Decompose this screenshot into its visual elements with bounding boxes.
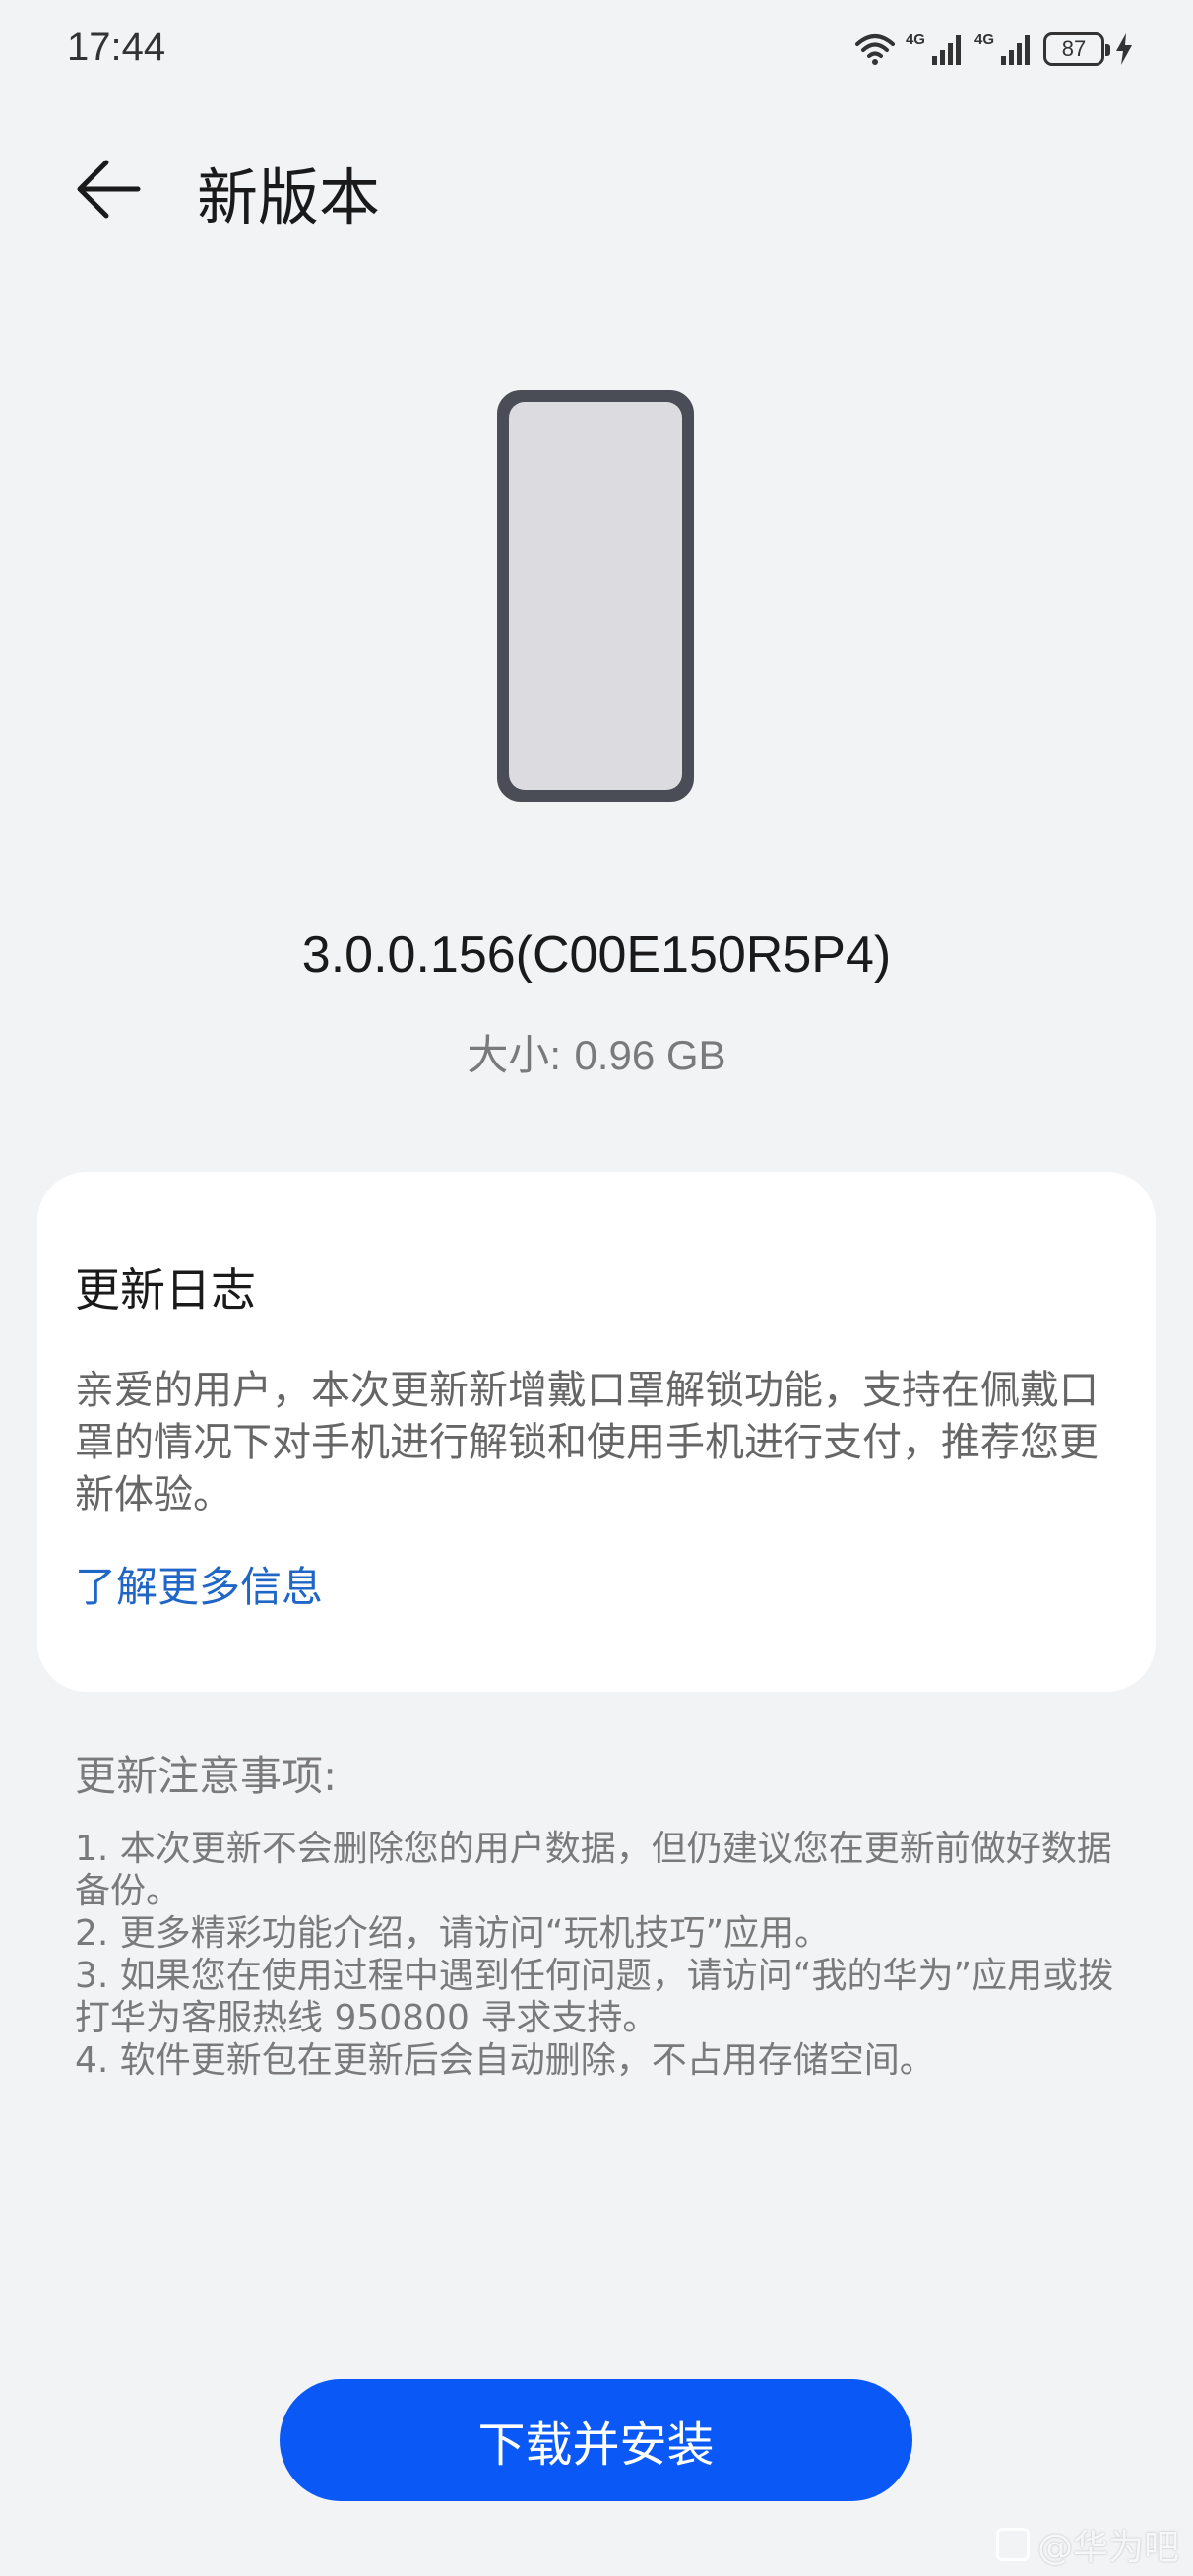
list-item: 3. 如果您在使用过程中遇到任何问题，请访问“我的华为”应用或拨打华为客服热线 … [75, 1956, 1114, 2038]
list-item: 1. 本次更新不会删除您的用户数据，但仍建议您在更新前做好数据备份。 [75, 1829, 1112, 1911]
size-value: 0.96 GB [574, 1032, 726, 1078]
changelog-title: 更新日志 [75, 1263, 256, 1317]
page-title: 新版本 [197, 161, 381, 233]
changelog-body: 亲爱的用户，本次更新新增戴口罩解锁功能，支持在佩戴口罩的情况下对手机进行解锁和使… [75, 1368, 1099, 1517]
package-size: 大小: 0.96 GB [0, 1022, 1193, 1082]
status-bar: 17:44 4G 4G 87 [0, 0, 1193, 98]
phone-illustration [497, 390, 694, 802]
battery-icon: 87 [1043, 32, 1110, 66]
watermark: @华为吧 [995, 2519, 1179, 2570]
header: 新版本 [0, 128, 1193, 246]
list-item: 4. 软件更新包在更新后会自动删除，不占用存储空间。 [75, 2040, 935, 2081]
status-icons: 4G 4G 87 [854, 28, 1134, 71]
watermark-text: @华为吧 [1036, 2528, 1179, 2568]
learn-more-link[interactable]: 了解更多信息 [75, 1554, 323, 1614]
status-time: 17:44 [67, 26, 166, 69]
notes-title: 更新注意事项: [75, 1752, 338, 1800]
watermark-logo-icon [995, 2528, 1030, 2561]
screen: 17:44 4G 4G 87 新版本 3.0.0.156(C00E150R5P4… [0, 0, 1193, 2576]
battery-level: 87 [1061, 36, 1087, 61]
signal-icon [1000, 32, 1034, 66]
wifi-icon [854, 32, 896, 66]
network-type-2: 4G [973, 31, 994, 48]
arrow-left-icon [77, 160, 141, 219]
changelog-card: 更新日志 亲爱的用户，本次更新新增戴口罩解锁功能，支持在佩戴口罩的情况下对手机进… [37, 1172, 1156, 1692]
back-button[interactable] [71, 150, 150, 228]
version-number: 3.0.0.156(C00E150R5P4) [301, 927, 892, 984]
notes-list: 1. 本次更新不会删除您的用户数据，但仍建议您在更新前做好数据备份。 2. 更多… [75, 1828, 1128, 2082]
phone-screen [509, 402, 682, 790]
list-item: 2. 更多精彩功能介绍，请访问“玩机技巧”应用。 [75, 1913, 831, 1954]
network-type-1: 4G [905, 31, 925, 48]
charging-icon [1114, 32, 1134, 66]
signal-icon [931, 32, 965, 66]
download-install-button[interactable]: 下载并安装 [280, 2379, 912, 2501]
size-label: 大小: [467, 1032, 562, 1078]
